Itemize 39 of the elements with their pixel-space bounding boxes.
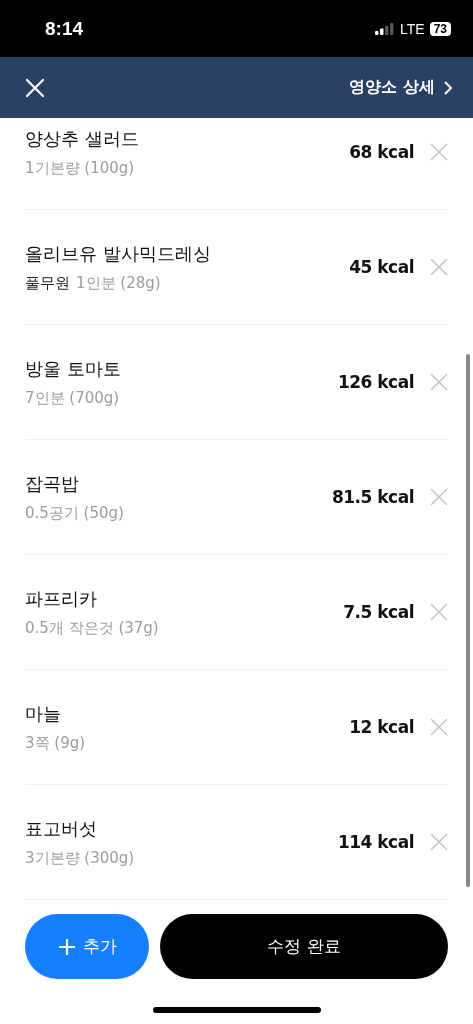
serving-size: 1인분 (28g) [76,273,161,293]
done-button[interactable]: 수정 완료 [160,914,448,979]
delete-icon[interactable] [430,143,448,161]
plus-icon [57,936,77,957]
delete-icon[interactable] [430,258,448,276]
calorie-value: 81.5 kcal [331,487,414,507]
serving-size: 0.5공기 (50g) [25,503,124,523]
food-name: 마늘 [25,701,62,726]
calorie-value: 126 kcal [337,372,414,392]
calorie-value: 114 kcal [337,832,414,852]
calorie-value: 12 kcal [349,717,414,737]
close-icon[interactable] [25,77,45,98]
delete-icon[interactable] [430,718,448,736]
brand-name: 풀무원 [25,273,70,293]
serving-size: 7인분 (700g) [25,388,120,408]
serving-size: 3기본량 (300g) [25,848,135,868]
calorie-value: 7.5 kcal [343,602,414,622]
food-name: 방울 토마토 [25,356,122,381]
delete-icon[interactable] [430,488,448,506]
network-label: LTE [400,20,425,37]
calorie-value: 45 kcal [349,257,414,277]
calorie-value: 68 kcal [349,142,414,162]
serving-size: 1기본량 (100g) [25,158,135,178]
food-name: 올리브유 발사믹드레싱 [25,241,212,266]
food-name: 표고버섯 [25,816,98,841]
chevron-right-icon [443,80,453,95]
delete-icon[interactable] [430,603,448,621]
nutrition-detail-link[interactable]: 영양소 상세 [349,77,453,98]
food-name: 잡곡밥 [25,471,80,496]
serving-size: 3쪽 (9g) [25,733,86,753]
serving-size: 0.5개 작은것 (37g) [25,618,159,638]
delete-icon[interactable] [430,833,448,851]
signal-icon [375,22,395,35]
delete-icon[interactable] [430,373,448,391]
add-button[interactable]: 추가 [25,914,149,979]
food-name: 양상추 샐러드 [25,126,140,151]
food-name: 파프리카 [25,586,98,611]
battery-indicator: 73 [429,21,451,36]
status-time: 8:14 [45,17,84,40]
